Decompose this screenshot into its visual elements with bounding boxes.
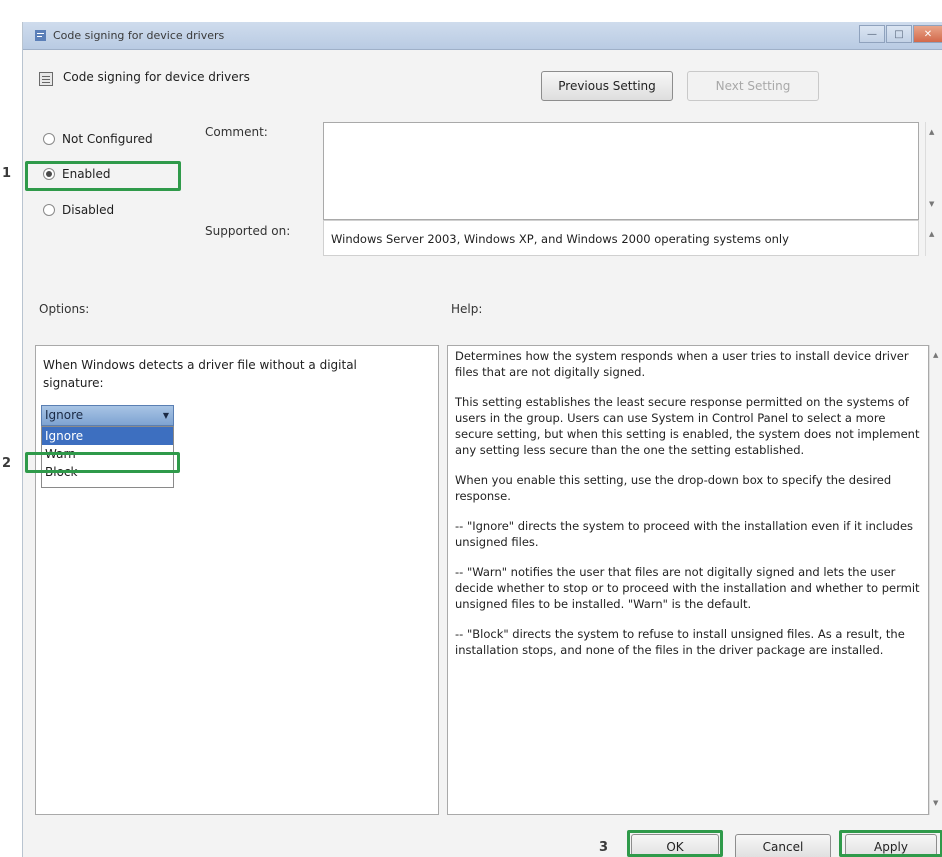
help-paragraph: -- "Block" directs the system to refuse … — [455, 627, 905, 657]
window-title: Code signing for device drivers — [53, 29, 225, 42]
help-text: Determines how the system responds when … — [455, 348, 923, 672]
options-description: When Windows detects a driver file witho… — [43, 358, 357, 390]
maximize-button[interactable]: □ — [886, 25, 912, 43]
highlight-apply — [839, 830, 942, 857]
supported-label: Supported on: — [205, 224, 291, 238]
supported-scrollbar[interactable]: ▲ — [925, 220, 939, 256]
highlight-enabled — [25, 161, 181, 191]
policy-app-icon — [35, 30, 46, 41]
scroll-down-icon[interactable]: ▼ — [933, 799, 938, 807]
window-controls: — □ ✕ — [858, 25, 942, 45]
comment-label: Comment: — [205, 125, 268, 139]
highlight-warn — [25, 452, 180, 473]
response-select[interactable]: Ignore ▼ — [41, 405, 174, 426]
policy-setting-icon — [39, 72, 53, 86]
comment-scrollbar[interactable]: ▲ ▼ — [925, 122, 939, 220]
step-3-marker: 3 — [599, 840, 609, 855]
radio-not-configured[interactable]: Not Configured — [43, 132, 153, 146]
setting-title: Code signing for device drivers — [63, 70, 250, 84]
radio-label: Not Configured — [62, 132, 153, 146]
scroll-up-icon[interactable]: ▲ — [933, 351, 938, 359]
scroll-down-icon[interactable]: ▼ — [929, 200, 934, 208]
help-paragraph: When you enable this setting, use the dr… — [455, 473, 892, 503]
help-paragraph: -- "Ignore" directs the system to procee… — [455, 519, 914, 549]
maximize-icon: □ — [894, 28, 904, 40]
help-paragraph: This setting establishes the least secur… — [455, 395, 920, 457]
cancel-button[interactable]: Cancel — [735, 834, 831, 857]
radio-disabled[interactable]: Disabled — [43, 203, 114, 217]
radio-label: Disabled — [62, 203, 115, 217]
scroll-up-icon[interactable]: ▲ — [929, 230, 934, 238]
help-label: Help: — [451, 302, 483, 316]
highlight-ok — [627, 830, 723, 857]
comment-textarea[interactable] — [323, 122, 919, 220]
scroll-up-icon[interactable]: ▲ — [929, 128, 934, 136]
step-2-marker: 2 — [2, 456, 12, 471]
help-paragraph: -- "Warn" notifies the user that files a… — [455, 565, 920, 611]
previous-setting-button[interactable]: Previous Setting — [541, 71, 673, 101]
supported-value: Windows Server 2003, Windows XP, and Win… — [331, 232, 789, 246]
next-setting-button[interactable]: Next Setting — [687, 71, 819, 101]
step-1-marker: 1 — [2, 166, 12, 181]
select-value: Ignore — [45, 408, 84, 422]
radio-button[interactable] — [43, 133, 55, 145]
radio-button[interactable] — [43, 204, 55, 216]
minimize-icon: — — [867, 28, 877, 40]
close-button[interactable]: ✕ — [913, 25, 942, 43]
help-scrollbar[interactable]: ▲ ▼ — [929, 345, 942, 815]
close-icon: ✕ — [923, 28, 933, 40]
help-paragraph: Determines how the system responds when … — [455, 349, 909, 379]
minimize-button[interactable]: — — [859, 25, 885, 43]
page-margin: 1 2 — [0, 0, 22, 857]
chevron-down-icon[interactable]: ▼ — [163, 406, 169, 425]
options-label: Options: — [39, 302, 90, 316]
title-bar[interactable]: Code signing for device drivers — □ ✕ — [23, 22, 942, 50]
dropdown-option-ignore[interactable]: Ignore — [42, 427, 173, 445]
policy-dialog: Code signing for device drivers — □ ✕ Co… — [22, 22, 942, 857]
